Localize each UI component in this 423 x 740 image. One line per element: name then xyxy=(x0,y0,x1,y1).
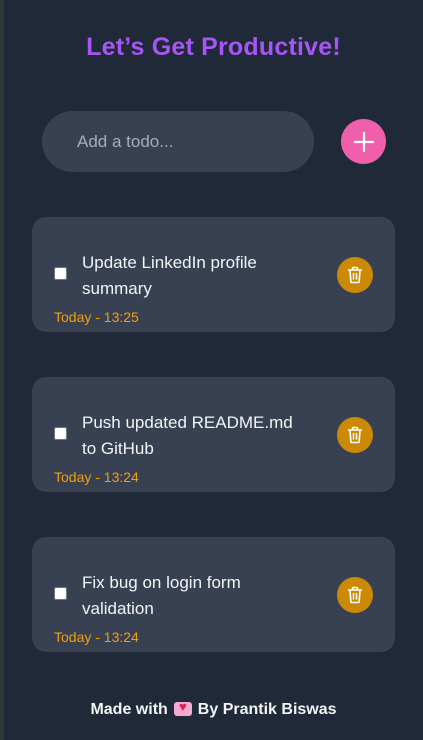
todo-timestamp: Today - 13:25 xyxy=(54,309,139,325)
delete-todo-button[interactable] xyxy=(337,577,373,613)
trash-icon xyxy=(347,426,363,444)
trash-icon xyxy=(347,266,363,284)
footer-credit: Made with By Prantik Biswas xyxy=(0,699,423,719)
plus-icon xyxy=(353,131,374,152)
todo-checkbox[interactable] xyxy=(54,427,67,440)
todo-checkbox[interactable] xyxy=(54,267,67,280)
add-todo-row xyxy=(42,111,386,172)
todo-app: Let’s Get Productive! Update LinkedIn pr… xyxy=(0,0,423,740)
todo-text: Update LinkedIn profile summary xyxy=(82,253,257,298)
footer-author: By Prantik Biswas xyxy=(197,701,337,718)
heart-icon xyxy=(173,699,192,716)
todo-item: Fix bug on login form validation Today -… xyxy=(32,537,395,652)
todo-timestamp: Today - 13:24 xyxy=(54,629,139,645)
todo-checkbox[interactable] xyxy=(54,587,67,600)
todo-text: Push updated README.md to GitHub xyxy=(82,413,293,458)
page-title: Let’s Get Productive! xyxy=(86,33,341,61)
todo-input[interactable] xyxy=(42,111,314,172)
delete-todo-button[interactable] xyxy=(337,257,373,293)
delete-todo-button[interactable] xyxy=(337,417,373,453)
window-edge xyxy=(0,0,4,740)
todo-item: Push updated README.md to GitHub Today -… xyxy=(32,377,395,492)
footer-prefix: Made with xyxy=(90,701,168,718)
trash-icon xyxy=(347,586,363,604)
todo-text: Fix bug on login form validation xyxy=(82,573,241,618)
todo-item: Update LinkedIn profile summary Today - … xyxy=(32,217,395,332)
add-todo-button[interactable] xyxy=(341,119,386,164)
todo-timestamp: Today - 13:24 xyxy=(54,469,139,485)
